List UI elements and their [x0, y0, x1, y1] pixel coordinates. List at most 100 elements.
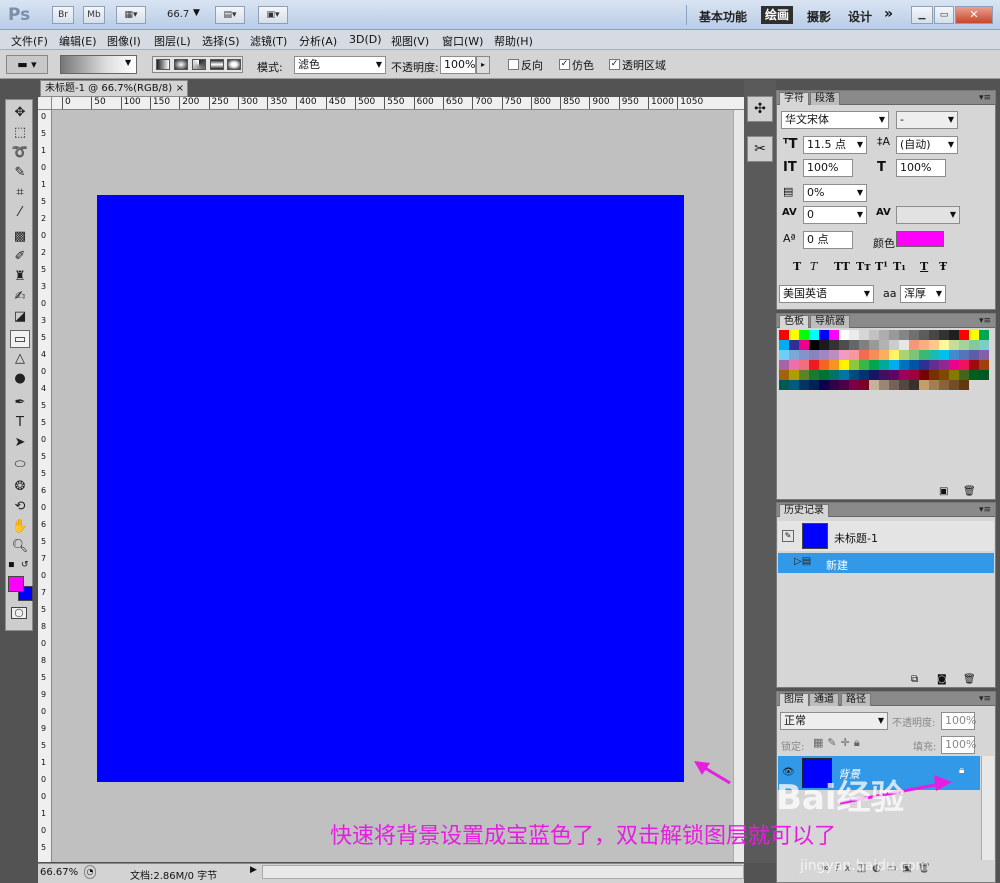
lock-icons-group[interactable]: ▦✎✛🔒︎	[813, 736, 864, 750]
menu-3d[interactable]: 3D(D)	[349, 33, 382, 46]
status-menu-arrow-icon[interactable]: ▶	[250, 865, 260, 879]
font-size-input[interactable]: 11.5 点 ▼	[803, 136, 867, 154]
color-swatch[interactable]	[829, 330, 839, 340]
fill-input[interactable]: 100%	[941, 736, 976, 754]
quick-mask-icon[interactable]: ◯	[11, 607, 27, 619]
color-swatch[interactable]	[809, 340, 819, 350]
dodge-tool-icon[interactable]: ●	[10, 370, 30, 388]
radial-gradient-icon[interactable]	[174, 59, 188, 70]
swap-colors-icon[interactable]: ↺	[21, 560, 29, 570]
color-swatch[interactable]	[779, 380, 789, 390]
color-swatch[interactable]	[819, 350, 829, 360]
color-swatch[interactable]	[949, 380, 959, 390]
reflected-gradient-icon[interactable]	[210, 59, 224, 70]
snapshot-brush-source-icon[interactable]: ✎	[782, 530, 794, 542]
color-swatch[interactable]	[849, 360, 859, 370]
diamond-gradient-icon[interactable]	[227, 59, 241, 70]
color-swatch[interactable]	[869, 350, 879, 360]
color-swatch[interactable]	[839, 330, 849, 340]
tab-navigator[interactable]: 导航器	[810, 315, 850, 328]
healing-brush-tool-icon[interactable]: ▩	[10, 228, 30, 246]
menu-view[interactable]: 视图(V)	[391, 33, 429, 49]
workspace-essentials[interactable]: 基本功能	[699, 8, 747, 25]
color-swatch[interactable]	[799, 330, 809, 340]
color-swatch[interactable]	[859, 340, 869, 350]
color-swatch[interactable]	[799, 350, 809, 360]
color-swatch[interactable]	[949, 350, 959, 360]
color-swatch[interactable]	[809, 360, 819, 370]
color-swatch[interactable]	[879, 360, 889, 370]
new-snapshot-icon[interactable]: ◙	[937, 674, 947, 685]
view-extras-button[interactable]: ▦▾	[116, 6, 146, 24]
blend-mode-select[interactable]: 滤色 ▼	[294, 56, 386, 74]
color-swatch[interactable]	[929, 380, 939, 390]
anti-alias-select[interactable]: 浑厚 ▼	[900, 285, 946, 303]
color-swatch[interactable]	[829, 370, 839, 380]
color-swatch[interactable]	[969, 360, 979, 370]
color-swatch[interactable]	[899, 340, 909, 350]
color-swatch[interactable]	[939, 380, 949, 390]
language-select[interactable]: 美国英语 ▼	[779, 285, 874, 303]
color-swatch[interactable]	[819, 340, 829, 350]
color-swatch[interactable]	[929, 340, 939, 350]
underline-button[interactable]: T	[920, 260, 928, 273]
color-swatch[interactable]	[959, 360, 969, 370]
color-swatch[interactable]	[909, 340, 919, 350]
horizontal-scrollbar[interactable]	[262, 865, 744, 879]
color-swatch[interactable]	[789, 360, 799, 370]
history-snapshot-row[interactable]: ✎ 未标题-1	[778, 521, 994, 551]
color-swatch[interactable]	[899, 350, 909, 360]
color-swatch[interactable]	[789, 340, 799, 350]
color-swatch[interactable]	[919, 350, 929, 360]
vertical-scale-input[interactable]: 100%	[803, 159, 853, 177]
color-swatch[interactable]	[949, 360, 959, 370]
font-style-select[interactable]: - ▼	[896, 111, 958, 129]
color-swatch[interactable]	[929, 350, 939, 360]
tool-preset-picker[interactable]: ▬ ▾	[6, 55, 48, 74]
screen-mode-button[interactable]: ▣▾	[258, 6, 288, 24]
color-swatch[interactable]	[979, 340, 989, 350]
color-swatch[interactable]	[829, 380, 839, 390]
layers-scrollbar[interactable]	[981, 756, 994, 860]
color-swatch[interactable]	[889, 350, 899, 360]
layer-opacity-input[interactable]: 100%	[941, 712, 976, 730]
color-swatch[interactable]	[899, 370, 909, 380]
new-document-from-state-icon[interactable]: ⧉	[911, 674, 918, 685]
quick-select-tool-icon[interactable]: ✎	[10, 164, 30, 182]
color-swatch[interactable]	[869, 330, 879, 340]
arrange-documents-button[interactable]: ▤▾	[215, 6, 245, 24]
clone-source-icon[interactable]: ✂	[747, 136, 773, 162]
color-swatch[interactable]	[969, 340, 979, 350]
color-swatch[interactable]	[949, 340, 959, 350]
tsume-input[interactable]: 0% ▼	[803, 184, 867, 202]
opacity-input[interactable]: 100%	[440, 56, 476, 74]
color-swatch[interactable]	[979, 360, 989, 370]
color-swatch[interactable]	[779, 350, 789, 360]
eyedropper-tool-icon[interactable]: ⁄	[10, 204, 30, 222]
color-swatch[interactable]	[809, 330, 819, 340]
kerning-input[interactable]: 0 ▼	[803, 206, 867, 224]
color-swatch[interactable]	[979, 330, 989, 340]
color-swatch[interactable]	[949, 370, 959, 380]
tab-swatches[interactable]: 色板	[779, 315, 809, 328]
color-swatch[interactable]	[859, 360, 869, 370]
zoom-tool-icon[interactable]: 🔍︎	[10, 538, 30, 556]
color-swatch[interactable]	[819, 330, 829, 340]
tab-layers[interactable]: 图层	[779, 693, 809, 706]
color-swatch[interactable]	[819, 380, 829, 390]
color-swatch[interactable]	[909, 350, 919, 360]
maximize-button[interactable]: ▭	[934, 6, 954, 24]
color-swatch[interactable]	[869, 340, 879, 350]
lasso-tool-icon[interactable]: ➰	[10, 144, 30, 162]
menu-help[interactable]: 帮助(H)	[494, 33, 533, 49]
menu-image[interactable]: 图像(I)	[107, 33, 141, 49]
color-swatch[interactable]	[839, 340, 849, 350]
color-swatch[interactable]	[959, 340, 969, 350]
close-tab-icon[interactable]: ×	[176, 81, 184, 96]
color-swatch[interactable]	[779, 340, 789, 350]
color-swatch[interactable]	[839, 350, 849, 360]
zoom-status[interactable]: 66.67%	[40, 867, 78, 878]
hand-tool-icon[interactable]: ✋	[10, 518, 30, 536]
color-swatch[interactable]	[939, 340, 949, 350]
tracking-input[interactable]: ▼	[896, 206, 960, 224]
